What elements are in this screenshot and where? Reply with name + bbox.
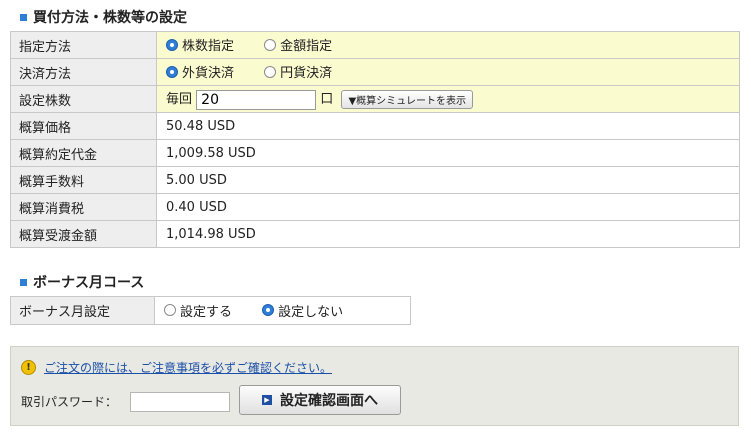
- contract-label: 概算約定代金: [10, 139, 157, 167]
- method-options: 株数指定 金額指定: [156, 31, 740, 59]
- method-label: 指定方法: [10, 31, 157, 59]
- shares-input[interactable]: [196, 89, 317, 110]
- table-row: 概算約定代金 1,009.58 USD: [10, 139, 740, 167]
- radio-label: 円貨決済: [280, 66, 333, 82]
- radio-label: 株数指定: [182, 39, 235, 55]
- tax-label: 概算消費税: [10, 193, 157, 221]
- radio-yen[interactable]: 円貨決済: [264, 62, 332, 81]
- section-bullet-icon: [20, 278, 27, 286]
- warning-icon: !: [21, 360, 36, 375]
- purchase-settings-table: 指定方法 株数指定 金額指定 決済方法 外貨決済 円貨決済 設定株数 毎回 口 …: [10, 31, 740, 248]
- radio-selected-icon: [166, 65, 178, 78]
- shares-input-cell: 毎回 口 ▼概算シミュレートを表示: [156, 85, 740, 113]
- section-title-purchase: 買付方法・株数等の設定: [20, 7, 187, 27]
- total-label: 概算受渡金額: [10, 220, 157, 248]
- radio-label: 設定しない: [278, 304, 344, 320]
- table-row: ボーナス月設定 設定する 設定しない: [10, 296, 411, 325]
- shares-prefix: 毎回: [166, 92, 193, 108]
- fee-value: 5.00 USD: [156, 166, 740, 194]
- notice-link[interactable]: ご注文の際には、ご注意事項を必ずご確認ください。: [44, 359, 332, 376]
- table-row: 概算価格 50.48 USD: [10, 112, 740, 140]
- table-row: 設定株数 毎回 口 ▼概算シミュレートを表示: [10, 85, 740, 113]
- radio-foreign-currency[interactable]: 外貨決済: [166, 62, 234, 81]
- notice-row: ! ご注文の際には、ご注意事項を必ずご確認ください。: [21, 359, 332, 376]
- password-input[interactable]: [130, 392, 230, 412]
- fee-label: 概算手数料: [10, 166, 157, 194]
- order-panel: ! ご注文の際には、ご注意事項を必ずご確認ください。 取引パスワード： ▶ 設定…: [10, 346, 739, 426]
- table-row: 概算受渡金額 1,014.98 USD: [10, 220, 740, 248]
- settlement-options: 外貨決済 円貨決済: [156, 58, 740, 86]
- confirm-button[interactable]: ▶ 設定確認画面へ: [239, 385, 401, 415]
- radio-bonus-off[interactable]: 設定しない: [262, 301, 343, 320]
- radio-label: 外貨決済: [182, 66, 235, 82]
- price-label: 概算価格: [10, 112, 157, 140]
- simulate-button[interactable]: ▼概算シミュレートを表示: [341, 90, 473, 110]
- table-row: 概算消費税 0.40 USD: [10, 193, 740, 221]
- radio-unselected-icon: [264, 65, 277, 78]
- total-value: 1,014.98 USD: [156, 220, 740, 248]
- radio-share-count[interactable]: 株数指定: [166, 35, 234, 54]
- settlement-label: 決済方法: [10, 58, 157, 86]
- contract-value: 1,009.58 USD: [156, 139, 740, 167]
- radio-selected-icon: [166, 38, 178, 51]
- shares-unit: 口: [320, 92, 334, 108]
- shares-label: 設定株数: [10, 85, 157, 113]
- password-label: 取引パスワード：: [21, 395, 118, 409]
- radio-label: 金額指定: [280, 39, 333, 55]
- radio-label: 設定する: [180, 304, 233, 320]
- price-value: 50.48 USD: [156, 112, 740, 140]
- bonus-table: ボーナス月設定 設定する 設定しない: [10, 296, 411, 325]
- table-row: 指定方法 株数指定 金額指定: [10, 31, 740, 59]
- radio-unselected-icon: [164, 304, 176, 317]
- radio-amount[interactable]: 金額指定: [264, 35, 332, 54]
- table-row: 概算手数料 5.00 USD: [10, 166, 740, 194]
- bonus-options: 設定する 設定しない: [154, 296, 411, 325]
- confirm-button-label: 設定確認画面へ: [280, 393, 378, 409]
- table-row: 決済方法 外貨決済 円貨決済: [10, 58, 740, 86]
- radio-unselected-icon: [264, 38, 277, 51]
- section-bullet-icon: [20, 13, 27, 21]
- arrow-right-icon: ▶: [262, 395, 272, 405]
- radio-selected-icon: [262, 304, 275, 317]
- section-title-bonus: ボーナス月コース: [20, 272, 144, 292]
- radio-bonus-on[interactable]: 設定する: [164, 301, 232, 320]
- tax-value: 0.40 USD: [156, 193, 740, 221]
- section-title-text: ボーナス月コース: [33, 275, 145, 291]
- bonus-label: ボーナス月設定: [10, 296, 155, 325]
- section-title-text: 買付方法・株数等の設定: [33, 10, 187, 26]
